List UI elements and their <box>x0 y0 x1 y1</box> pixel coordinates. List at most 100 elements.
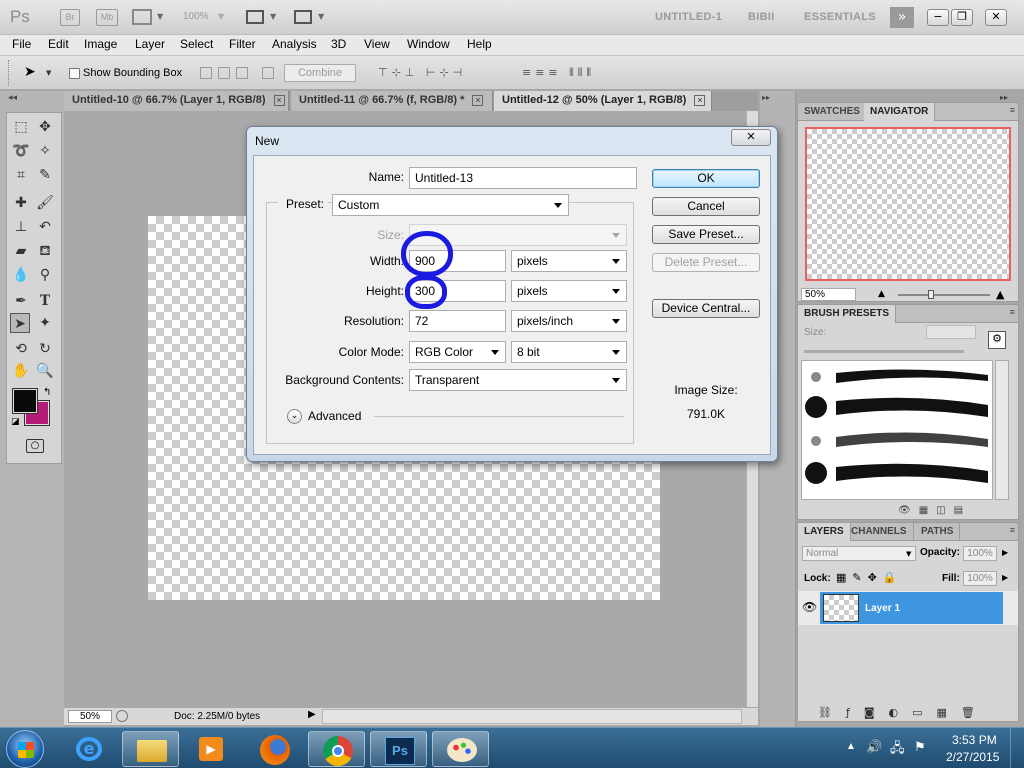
lasso-tool-icon[interactable]: ➰ <box>11 141 31 161</box>
workspace-untitled-1[interactable]: UNTITLED-1 <box>655 11 722 23</box>
tab-paths[interactable]: PATHS <box>915 523 961 541</box>
firefox-icon[interactable] <box>246 731 303 767</box>
show-desktop-button[interactable] <box>1010 728 1024 768</box>
workspace-bibii[interactable]: BIBII <box>748 11 775 23</box>
dodge-tool-icon[interactable]: ⚲ <box>35 265 55 285</box>
color-mode-select[interactable]: RGB Color <box>409 341 506 363</box>
close-icon[interactable]: × <box>694 95 706 106</box>
fill-field[interactable]: 100% <box>963 571 997 586</box>
subtract-shape-icon[interactable] <box>218 67 230 79</box>
dialog-close-button[interactable]: ✕ <box>731 129 771 146</box>
opacity-field[interactable]: 100% <box>963 546 997 561</box>
blur-tool-icon[interactable]: 💧 <box>11 265 31 285</box>
menu-select[interactable]: Select <box>180 37 213 51</box>
menu-edit[interactable]: Edit <box>48 37 69 51</box>
close-window-button[interactable]: ✕ <box>985 9 1007 26</box>
brush-preview-icon[interactable]: ⚙ <box>988 331 1006 349</box>
tab-navigator[interactable]: NAVIGATOR <box>864 103 936 121</box>
height-unit-select[interactable]: pixels <box>511 280 627 302</box>
brush-panel-footer-icons[interactable]: 👁▦◫▤ <box>898 505 971 516</box>
chevron-down-icon[interactable]: ▼ <box>318 12 324 21</box>
resolution-unit-select[interactable]: pixels/inch <box>511 310 627 332</box>
menu-image[interactable]: Image <box>84 37 117 51</box>
action-center-icon[interactable]: ⚑ <box>914 739 926 755</box>
3d-orbit-tool-icon[interactable]: ↻ <box>35 339 55 359</box>
tab-untitled-10[interactable]: Untitled-10 @ 66.7% (Layer 1, RGB/8) × <box>64 91 289 111</box>
chevron-down-icon[interactable]: ▼ <box>46 69 51 77</box>
brush-tool-icon[interactable]: 🖌 <box>35 193 55 213</box>
network-icon[interactable]: 🖧 <box>890 739 905 761</box>
menu-3d[interactable]: 3D <box>331 37 346 51</box>
combine-button[interactable]: Combine <box>284 64 356 82</box>
collapse-panels-icon[interactable]: ▸▸ <box>1000 93 1008 102</box>
menu-window[interactable]: Window <box>407 37 450 51</box>
double-chevron-right-icon[interactable]: » <box>890 7 914 28</box>
history-brush-tool-icon[interactable]: ↶ <box>35 217 55 237</box>
minimize-button[interactable]: − <box>927 9 949 26</box>
advanced-toggle-icon[interactable]: ⌄ <box>287 409 302 424</box>
media-player-icon[interactable]: ▶ <box>182 731 239 767</box>
tray-overflow-icon[interactable]: ▲ <box>846 741 856 752</box>
hand-tool-icon[interactable]: ✋ <box>11 361 31 381</box>
internet-explorer-icon[interactable]: e <box>60 731 117 767</box>
chevron-down-icon[interactable]: ▼ <box>906 550 911 558</box>
brush-size-slider[interactable] <box>804 350 964 353</box>
navigator-preview[interactable] <box>805 127 1011 281</box>
panel-menu-icon[interactable]: ≡ <box>1010 525 1015 535</box>
zoom-out-icon[interactable]: ▲ <box>878 289 885 299</box>
blend-mode-select[interactable]: Normal <box>802 546 916 561</box>
layer-name[interactable]: Layer 1 <box>865 603 900 614</box>
paint-bucket-tool-icon[interactable]: ⛾ <box>35 241 55 261</box>
width-unit-select[interactable]: pixels <box>511 250 627 272</box>
move-tool-icon[interactable]: ✥ <box>35 117 55 137</box>
grip-handle[interactable] <box>8 60 12 86</box>
preset-select[interactable]: Custom <box>332 194 569 216</box>
advanced-label[interactable]: Advanced <box>308 409 361 423</box>
clock-date[interactable]: 2/27/2015 <box>946 750 999 764</box>
eraser-tool-icon[interactable]: ▰ <box>11 241 31 261</box>
chevron-down-icon[interactable]: ▼ <box>157 12 163 21</box>
tab-brush-presets[interactable]: BRUSH PRESETS <box>798 305 897 323</box>
menu-view[interactable]: View <box>364 37 390 51</box>
expand-panels-icon[interactable]: ▸▸ <box>762 93 770 102</box>
fill-arrow-icon[interactable]: ▶ <box>1002 573 1008 582</box>
tab-untitled-12[interactable]: Untitled-12 @ 50% (Layer 1, RGB/8) × <box>494 91 712 111</box>
menu-analysis[interactable]: Analysis <box>272 37 317 51</box>
zoom-in-icon[interactable]: ▲ <box>996 288 1004 301</box>
chrome-icon[interactable] <box>308 731 365 767</box>
brush-list-scrollbar[interactable] <box>995 360 1009 500</box>
restore-button[interactable]: ❐ <box>951 9 973 26</box>
tab-layers[interactable]: LAYERS <box>798 523 851 541</box>
swap-colors-icon[interactable]: ↰ <box>43 387 51 398</box>
distribute-icons[interactable]: ≡≡≡ ⫴⫴⫴ <box>522 66 595 80</box>
healing-brush-tool-icon[interactable]: ✚ <box>11 193 31 213</box>
tab-channels[interactable]: CHANNELS <box>845 523 914 541</box>
foreground-color-swatch[interactable] <box>12 388 38 414</box>
default-colors-icon[interactable]: ◪ <box>11 417 20 427</box>
tab-untitled-11[interactable]: Untitled-11 @ 66.7% (f, RGB/8) * × <box>291 91 493 111</box>
menu-file[interactable]: File <box>12 37 31 51</box>
slider-thumb[interactable] <box>928 290 934 299</box>
layers-footer-icons[interactable]: ⛓ƒ◙◐▭▦🗑 <box>818 706 989 719</box>
close-icon[interactable]: × <box>472 95 484 106</box>
start-button[interactable] <box>6 730 44 768</box>
panel-menu-icon[interactable]: ≡ <box>1010 307 1015 317</box>
bridge-button[interactable]: Br <box>60 9 80 26</box>
opacity-arrow-icon[interactable]: ▶ <box>1002 548 1008 557</box>
tab-swatches[interactable]: SWATCHES <box>798 103 867 121</box>
menu-filter[interactable]: Filter <box>229 37 256 51</box>
marquee-tool-icon[interactable]: ⬚ <box>11 117 31 137</box>
resolution-input[interactable]: 72 <box>409 310 506 332</box>
zoom-level[interactable]: 100% <box>183 11 209 22</box>
status-info-icon[interactable] <box>116 710 128 722</box>
chevron-down-icon[interactable]: ▼ <box>218 12 224 21</box>
eyedropper-tool-icon[interactable]: ✎ <box>35 165 55 185</box>
intersect-shape-icon[interactable] <box>236 67 248 79</box>
show-bounding-box-checkbox[interactable] <box>69 68 80 79</box>
align-icons[interactable]: ⊤⊹⊥ ⊢⊹⊣ <box>378 66 466 79</box>
navigator-zoom-slider[interactable] <box>898 294 990 296</box>
horizontal-scrollbar[interactable] <box>322 709 742 724</box>
3d-rotate-tool-icon[interactable]: ⟲ <box>11 339 31 359</box>
lock-icons[interactable]: ▦✎✥🔒 <box>836 571 903 584</box>
visibility-eye-icon[interactable]: 👁 <box>802 600 817 614</box>
